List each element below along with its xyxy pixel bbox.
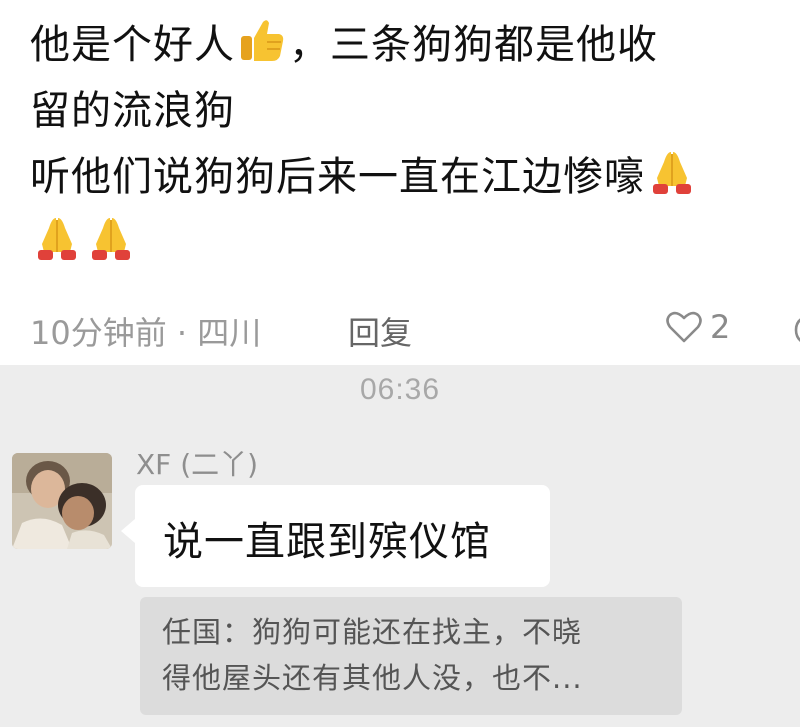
quote-line: 任国：狗狗可能还在找主，不晓 xyxy=(162,615,583,649)
heart-icon[interactable] xyxy=(665,308,703,346)
chat-timestamp: 06:36 xyxy=(359,373,441,406)
reply-button[interactable]: 回复 xyxy=(348,308,412,354)
comment-text-segment: 听他们说狗狗后来一直在江边惨嚎 xyxy=(30,154,645,200)
chat-screenshot: 06:36 XF (二丫) 说一直跟到殡仪馆 任国：狗狗可能还在找主，不晓 得他… xyxy=(0,365,800,727)
comment-line-4 xyxy=(30,210,775,276)
folded-hands-icon xyxy=(38,218,76,260)
avatar[interactable] xyxy=(12,453,112,549)
comment-card: 他是个好人 ，三条狗狗都是他收 留的流浪狗 听他们说狗狗后来一直在江边惨嚎 10… xyxy=(0,0,800,365)
comment-text-segment: 他是个好人 xyxy=(30,22,235,68)
comment-text-segment: ，三条狗狗都是他收 xyxy=(289,22,658,68)
quote-line: 得他屋头还有其他人没，也不... xyxy=(162,661,583,695)
comment-line-2: 留的流浪狗 xyxy=(30,78,775,144)
thumbs-up-icon xyxy=(241,20,284,61)
comment-time-location: 10分钟前 · 四川 xyxy=(30,314,262,352)
comment-icon[interactable] xyxy=(792,312,800,348)
sender-name: XF (二丫) xyxy=(136,448,259,481)
screenshot-stage: 他是个好人 ，三条狗狗都是他收 留的流浪狗 听他们说狗狗后来一直在江边惨嚎 10… xyxy=(0,0,800,727)
comment-line-3: 听他们说狗狗后来一直在江边惨嚎 xyxy=(30,144,775,210)
comment-text-segment: 留的流浪狗 xyxy=(30,88,235,134)
message-bubble[interactable]: 说一直跟到殡仪馆 xyxy=(121,485,550,587)
quoted-message-text: 任国：狗狗可能还在找主，不晓 得他屋头还有其他人没，也不... xyxy=(162,609,672,701)
quoted-message[interactable]: 任国：狗狗可能还在找主，不晓 得他屋头还有其他人没，也不... xyxy=(140,597,682,715)
avatar-photo xyxy=(12,453,112,549)
comment-body: 他是个好人 ，三条狗狗都是他收 留的流浪狗 听他们说狗狗后来一直在江边惨嚎 xyxy=(30,12,775,276)
folded-hands-icon xyxy=(92,218,130,260)
folded-hands-icon xyxy=(653,152,691,194)
like-count: 2 xyxy=(710,308,731,346)
message-text: 说一直跟到殡仪馆 xyxy=(163,519,491,565)
comment-meta-row: 10分钟前 · 四川 回复 2 xyxy=(30,304,800,354)
comment-line-1: 他是个好人 ，三条狗狗都是他收 xyxy=(30,12,775,78)
